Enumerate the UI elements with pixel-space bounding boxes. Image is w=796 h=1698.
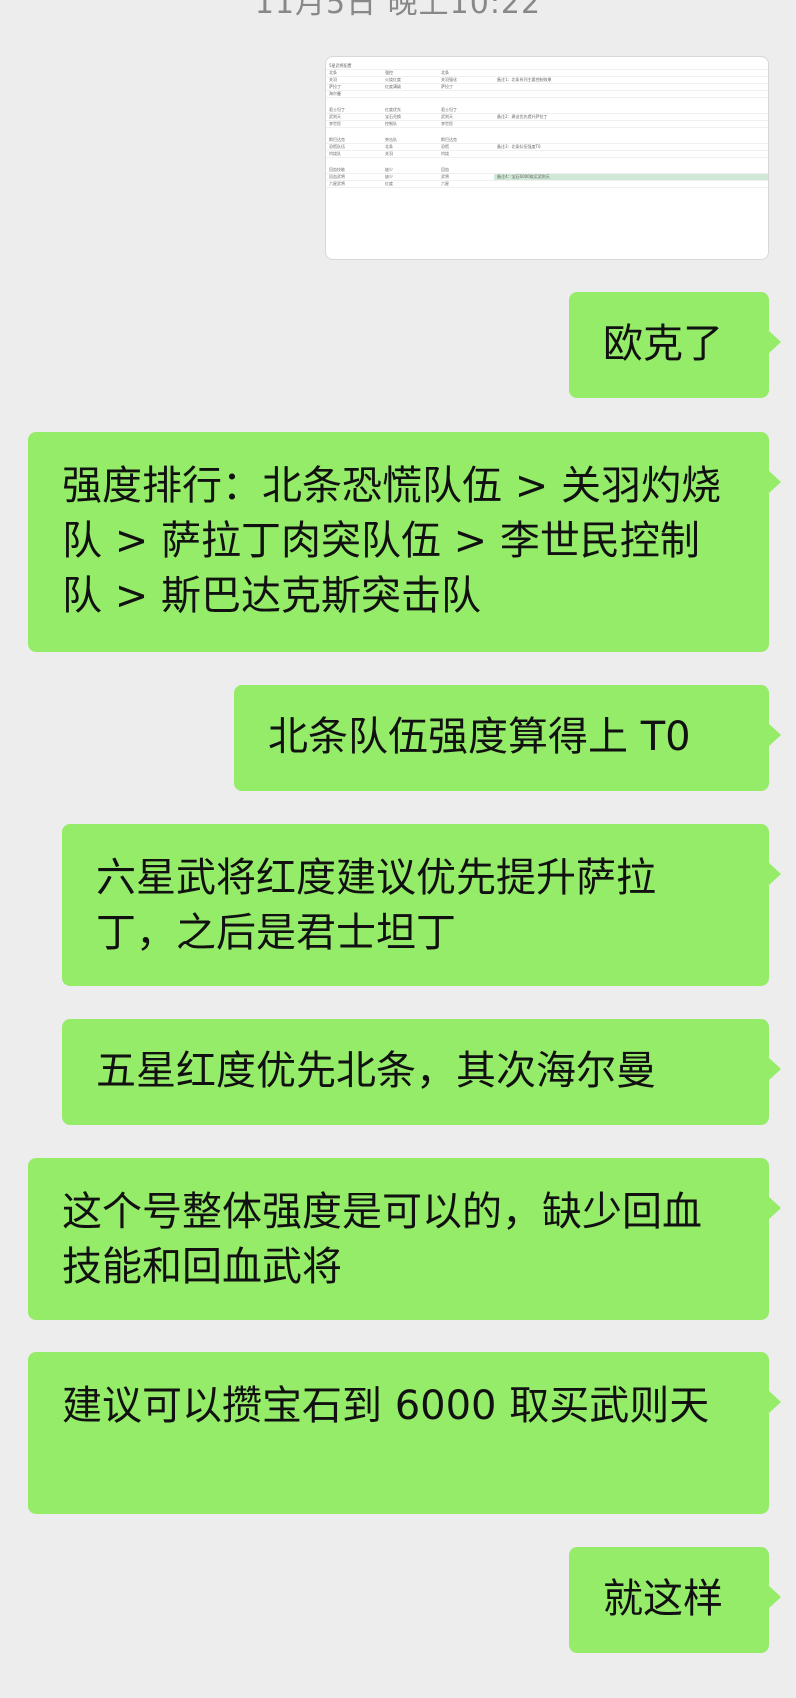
message-text: 北条队伍强度算得上 T0 [268,714,691,760]
spreadsheet-cell: 控制队 [382,120,438,128]
spreadsheet-cell [382,98,438,108]
spreadsheet-cell: 武则天 [326,113,382,121]
spreadsheet-image-message[interactable]: 5星武将配置 北条 强控 北条 关羽 火烧红度 关羽强化 备注1：北条系列主要控制效果 萨拉丁红… [325,56,769,260]
spreadsheet-cell [494,90,768,98]
spreadsheet-cell: 红度 [382,180,438,188]
spreadsheet-row: 李世民 控制队 李世民 [326,120,768,128]
spreadsheet-cell: 六星武将 [326,180,382,188]
spreadsheet-cell [494,158,768,168]
spreadsheet-cell [494,128,768,138]
spreadsheet-cell: 关羽 [326,76,382,84]
message-text: 就这样 [603,1576,723,1622]
message-text: 欧克了 [603,321,723,367]
spreadsheet-cell [382,128,438,138]
spreadsheet-cell: 备注1：北条系列主要控制效果 [494,76,768,84]
spreadsheet-cell [494,98,768,108]
spreadsheet-cell: 恐慌队伍 [326,143,382,151]
message-bubble[interactable]: 北条队伍强度算得上 T0 [234,685,781,791]
spreadsheet-cell [494,83,768,91]
message-text: 建议可以攒宝石到 6000 取买武则天 [62,1383,710,1429]
spreadsheet-row [326,128,768,138]
spreadsheet-row [326,158,768,168]
chat-timestamp: 11月5日 晚上10:22 [254,0,542,21]
spreadsheet-cell: 北条 [326,69,382,77]
spreadsheet-cell: 海尔曼 [326,90,382,98]
spreadsheet-cell [438,90,494,98]
message-bubble[interactable]: 这个号整体强度是可以的，缺少回血技能和回血武将 [28,1158,781,1320]
spreadsheet-cell: 关羽 [382,150,438,158]
spreadsheet-row: 回血武将 缺少 武将 备注4：宝石6000取买武则天 [326,173,768,181]
message-text: 这个号整体强度是可以的，缺少回血技能和回血武将 [62,1189,702,1290]
spreadsheet-cell [494,69,768,77]
spreadsheet-cell: 六星 [438,180,494,188]
spreadsheet-cell: 红度满级 [382,83,438,91]
spreadsheet-row: 六星武将 红度 六星 [326,180,768,188]
spreadsheet-cell: 李世民 [326,120,382,128]
message-bubble[interactable]: 就这样 [569,1547,781,1653]
spreadsheet-row [326,98,768,108]
message-text: 五星红度优先北条，其次海尔曼 [96,1048,656,1094]
message-text: 强度排行：北条恐慌队伍 > 关羽灼烧队 > 萨拉丁肉突队伍 > 李世民控制队 >… [62,463,721,619]
message-text: 六星武将红度建议优先提升萨拉丁，之后是君士坦丁 [96,855,656,956]
spreadsheet-row: 海尔曼 [326,90,768,98]
spreadsheet-cell: 萨拉丁 [438,83,494,91]
spreadsheet-row: 恐慌队伍 北条 恐慌 备注3：北条队伍强度T0 [326,143,768,151]
message-bubble[interactable]: 建议可以攒宝石到 6000 取买武则天 [28,1352,781,1514]
spreadsheet-cell: 回血武将 [326,173,382,181]
message-bubble[interactable]: 六星武将红度建议优先提升萨拉丁，之后是君士坦丁 [62,824,781,986]
spreadsheet-cell [438,158,494,168]
message-bubble[interactable]: 欧克了 [569,292,781,398]
spreadsheet-cell [326,128,382,138]
spreadsheet-cell [494,150,768,158]
spreadsheet-cell [494,120,768,128]
spreadsheet-cell: 恐慌 [438,143,494,151]
spreadsheet-cell [326,98,382,108]
spreadsheet-cell [326,158,382,168]
spreadsheet-cell: 灼烧 [438,150,494,158]
spreadsheet-cell: 缺少 [382,173,438,181]
spreadsheet-row: 萨拉丁 红度满级 萨拉丁 [326,83,768,91]
spreadsheet-cell: 北条 [382,143,438,151]
spreadsheet-cell: 备注2：建议优先提升萨拉丁 [494,113,768,121]
spreadsheet-cell: 宝石兑换 [382,113,438,121]
spreadsheet-cell: 北条 [438,69,494,77]
spreadsheet-cell: 强控 [382,69,438,77]
spreadsheet-cell: 备注3：北条队伍强度T0 [494,143,768,151]
spreadsheet-cell: 灼烧队 [326,150,382,158]
spreadsheet-cell [494,180,768,188]
spreadsheet-row: 武则天 宝石兑换 武则天 备注2：建议优先提升萨拉丁 [326,113,768,121]
message-bubble[interactable]: 强度排行：北条恐慌队伍 > 关羽灼烧队 > 萨拉丁肉突队伍 > 李世民控制队 >… [28,432,781,652]
spreadsheet-row: 关羽 火烧红度 关羽强化 备注1：北条系列主要控制效果 [326,76,768,84]
message-bubble[interactable]: 五星红度优先北条，其次海尔曼 [62,1019,781,1125]
spreadsheet-cell: 武则天 [438,113,494,121]
spreadsheet-cell: 李世民 [438,120,494,128]
spreadsheet-row: 北条 强控 北条 [326,69,768,77]
spreadsheet-cell [438,98,494,108]
spreadsheet-cell: 萨拉丁 [326,83,382,91]
spreadsheet-cell: 火烧红度 [382,76,438,84]
spreadsheet-cell: 备注4：宝石6000取买武则天 [494,173,768,181]
spreadsheet-cell: 关羽强化 [438,76,494,84]
spreadsheet-table: 5星武将配置 北条 强控 北条 关羽 火烧红度 关羽强化 备注1：北条系列主要控制效果 萨拉丁红… [326,63,768,188]
spreadsheet-row: 灼烧队 关羽 灼烧 [326,150,768,158]
spreadsheet-cell [382,90,438,98]
spreadsheet-cell [438,128,494,138]
spreadsheet-cell: 武将 [438,173,494,181]
spreadsheet-cell [382,158,438,168]
